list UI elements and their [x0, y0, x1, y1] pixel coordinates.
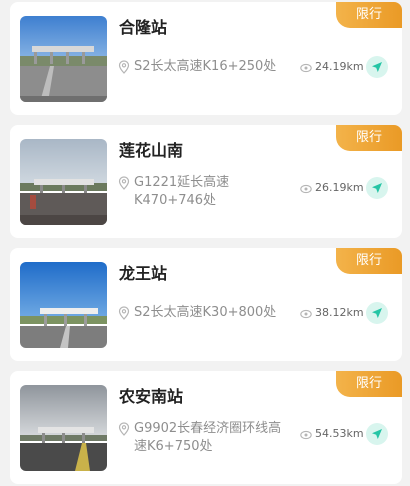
eye-icon — [300, 184, 312, 194]
station-photo — [20, 139, 107, 225]
location-pin-icon — [118, 422, 130, 436]
eye-icon — [300, 309, 312, 319]
station-photo — [20, 16, 107, 102]
eye-icon — [300, 430, 312, 440]
eye-icon — [300, 63, 312, 73]
station-distance: 38.12km — [315, 306, 364, 319]
navigate-button[interactable] — [366, 423, 388, 445]
navigate-button[interactable] — [366, 302, 388, 324]
station-name: 龙王站 — [119, 264, 168, 283]
station-photo — [20, 385, 107, 471]
station-name: 合隆站 — [119, 18, 168, 37]
navigation-arrow-icon — [372, 308, 382, 318]
restriction-badge: 限行 — [336, 125, 402, 151]
station-card[interactable]: 农安南站 限行 G9902长春经济圈环线高速K6+750处 54.53km — [10, 371, 402, 484]
station-address: G9902长春经济圈环线高速K6+750处 — [134, 421, 282, 454]
station-name: 农安南站 — [119, 387, 184, 406]
location-pin-icon — [118, 306, 130, 320]
station-distance: 26.19km — [315, 181, 364, 194]
restriction-badge: 限行 — [336, 371, 402, 397]
station-distance: 54.53km — [315, 427, 364, 440]
station-address: G1221延长高速K470+746处 — [134, 175, 230, 208]
navigation-arrow-icon — [372, 62, 382, 72]
station-distance: 24.19km — [315, 60, 364, 73]
location-pin-icon — [118, 176, 130, 190]
station-card[interactable]: 莲花山南 限行 G1221延长高速K470+746处 26.19km — [10, 125, 402, 238]
station-card[interactable]: 合隆站 限行 S2长太高速K16+250处 24.19km — [10, 2, 402, 115]
navigate-button[interactable] — [366, 177, 388, 199]
station-address: S2长太高速K30+800处 — [134, 305, 277, 320]
navigation-arrow-icon — [372, 429, 382, 439]
station-card[interactable]: 龙王站 限行 S2长太高速K30+800处 38.12km — [10, 248, 402, 361]
restriction-badge: 限行 — [336, 248, 402, 274]
station-name: 莲花山南 — [119, 141, 184, 160]
navigate-button[interactable] — [366, 56, 388, 78]
navigation-arrow-icon — [372, 183, 382, 193]
station-photo — [20, 262, 107, 348]
location-pin-icon — [118, 60, 130, 74]
restriction-badge: 限行 — [336, 2, 402, 28]
station-address: S2长太高速K16+250处 — [134, 59, 277, 74]
